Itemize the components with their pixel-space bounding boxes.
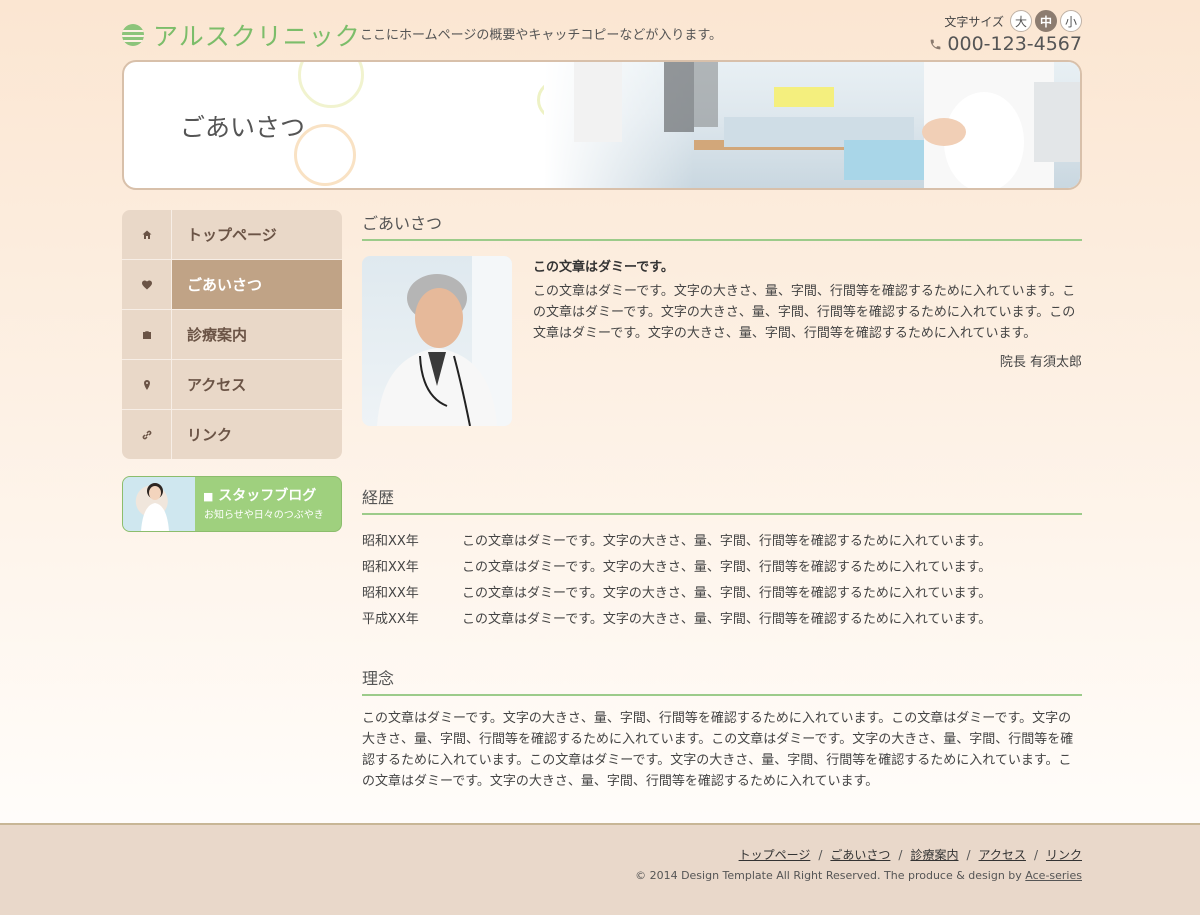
doctor-icon (377, 256, 512, 426)
logo-text: アルスクリニック (153, 22, 361, 51)
philosophy-heading: 理念 (362, 665, 1082, 696)
phone-text: 000-123-4567 (947, 33, 1082, 55)
list-item: 昭和XX年 この文章はダミーです。文字の大きさ、量、字間、行間等を確認するために入… (362, 586, 992, 601)
font-size-medium-button[interactable]: 中 (1035, 10, 1057, 32)
credit-link[interactable]: Ace-series (1025, 869, 1082, 882)
greeting-body: この文章はダミーです。文字の大きさ、量、字間、行間等を確認するために入れています… (533, 284, 1076, 341)
footer-link-links[interactable]: リンク (1046, 848, 1082, 862)
footer: トップページ / ごあいさつ / 診療案内 / アクセス / リンク © 2014 Design… (0, 823, 1200, 915)
footer-nav: トップページ / ごあいさつ / 診療案内 / アクセス / リンク (738, 848, 1082, 862)
footer-link-services[interactable]: 診療案内 (910, 848, 958, 862)
phone-icon (931, 39, 941, 49)
sidebar-item-greeting[interactable]: ごあいさつ (122, 260, 342, 310)
footer-link-greeting[interactable]: ごあいさつ (830, 848, 890, 862)
logo[interactable]: アルスクリニック (122, 17, 361, 53)
list-item: 昭和XX年 この文章はダミーです。文字の大きさ、量、字間、行間等を確認するために入… (362, 534, 992, 549)
sidebar-item-label: トップページ (187, 226, 277, 244)
font-size-label: 文字サイズ (944, 14, 1004, 29)
sidebar-item-label: リンク (187, 426, 233, 444)
director-photo (362, 256, 512, 426)
sidebar-item-services[interactable]: 診療案内 (122, 310, 342, 360)
page-title: ごあいさつ (180, 113, 306, 142)
home-icon (142, 230, 151, 239)
speech-bubble-icon: ■ (203, 490, 214, 503)
sidebar-nav: トップページ ごあいさつ 診療案内 アクセス リンク (122, 210, 342, 459)
sidebar-item-top[interactable]: トップページ (122, 210, 342, 260)
greeting-text: この文章はダミーです。 この文章はダミーです。文字の大きさ、量、字間、行間等を確… (533, 256, 1082, 370)
sidebar-item-links[interactable]: リンク (122, 410, 342, 459)
philosophy-section: 理念 この文章はダミーです。文字の大きさ、量、字間、行間等を確認するために入れて… (362, 665, 1082, 792)
history-section: 経歴 昭和XX年 この文章はダミーです。文字の大きさ、量、字間、行間等を確認するた… (362, 484, 1082, 633)
logo-mark-icon (122, 24, 144, 46)
font-size-switcher: 文字サイズ 大 中 小 (944, 10, 1082, 32)
font-size-large-button[interactable]: 大 (1010, 10, 1032, 32)
staff-blog-title: ■ スタッフブログ (203, 488, 317, 504)
staff-blog-banner[interactable]: ■ スタッフブログ お知らせや日々のつぶやき (122, 476, 342, 532)
heart-icon (141, 280, 152, 289)
philosophy-body: この文章はダミーです。文字の大きさ、量、字間、行間等を確認するために入れています… (362, 711, 1074, 789)
main-content: ごあいさつ この文章はダミーです。 この文章はダミーです。文字の大きさ、量、字間… (362, 210, 1082, 792)
footer-link-access[interactable]: アクセス (979, 848, 1026, 862)
catch-copy: ここにホームページの概要やキャッチコピーなどが入ります。 (360, 28, 723, 43)
clinic-scene-icon (574, 62, 1080, 188)
staff-blog-subtitle: お知らせや日々のつぶやき (204, 510, 324, 521)
decor-circle (298, 62, 364, 108)
footer-link-top[interactable]: トップページ (739, 848, 811, 862)
nurse-icon (141, 483, 169, 531)
phone-number: 000-123-4567 (929, 33, 1082, 55)
greeting-heading: ごあいさつ (362, 210, 1082, 241)
map-pin-icon (143, 379, 150, 390)
staff-photo (123, 477, 195, 531)
history-list: 昭和XX年 この文章はダミーです。文字の大きさ、量、字間、行間等を確認するために入… (362, 529, 1082, 633)
sidebar-item-label: 診療案内 (187, 326, 248, 344)
font-size-small-button[interactable]: 小 (1060, 10, 1082, 32)
list-item: 平成XX年 この文章はダミーです。文字の大きさ、量、字間、行間等を確認するために入… (362, 612, 992, 627)
sidebar-item-access[interactable]: アクセス (122, 360, 342, 410)
page-banner: ごあいさつ (122, 60, 1082, 190)
director-signature: 院長 有須太郎 (999, 355, 1082, 370)
clinic-photo (544, 62, 1080, 188)
sidebar-item-label: ごあいさつ (172, 260, 342, 309)
copyright: © 2014 Design Template All Right Reserve… (635, 869, 1082, 882)
link-icon (142, 430, 151, 439)
history-heading: 経歴 (362, 484, 1082, 515)
greeting-section: この文章はダミーです。 この文章はダミーです。文字の大きさ、量、字間、行間等を確… (362, 256, 1082, 456)
sidebar-item-label: アクセス (187, 376, 247, 394)
briefcase-icon (142, 330, 151, 339)
greeting-title: この文章はダミーです。 (533, 260, 674, 275)
list-item: 昭和XX年 この文章はダミーです。文字の大きさ、量、字間、行間等を確認するために入… (362, 560, 992, 575)
